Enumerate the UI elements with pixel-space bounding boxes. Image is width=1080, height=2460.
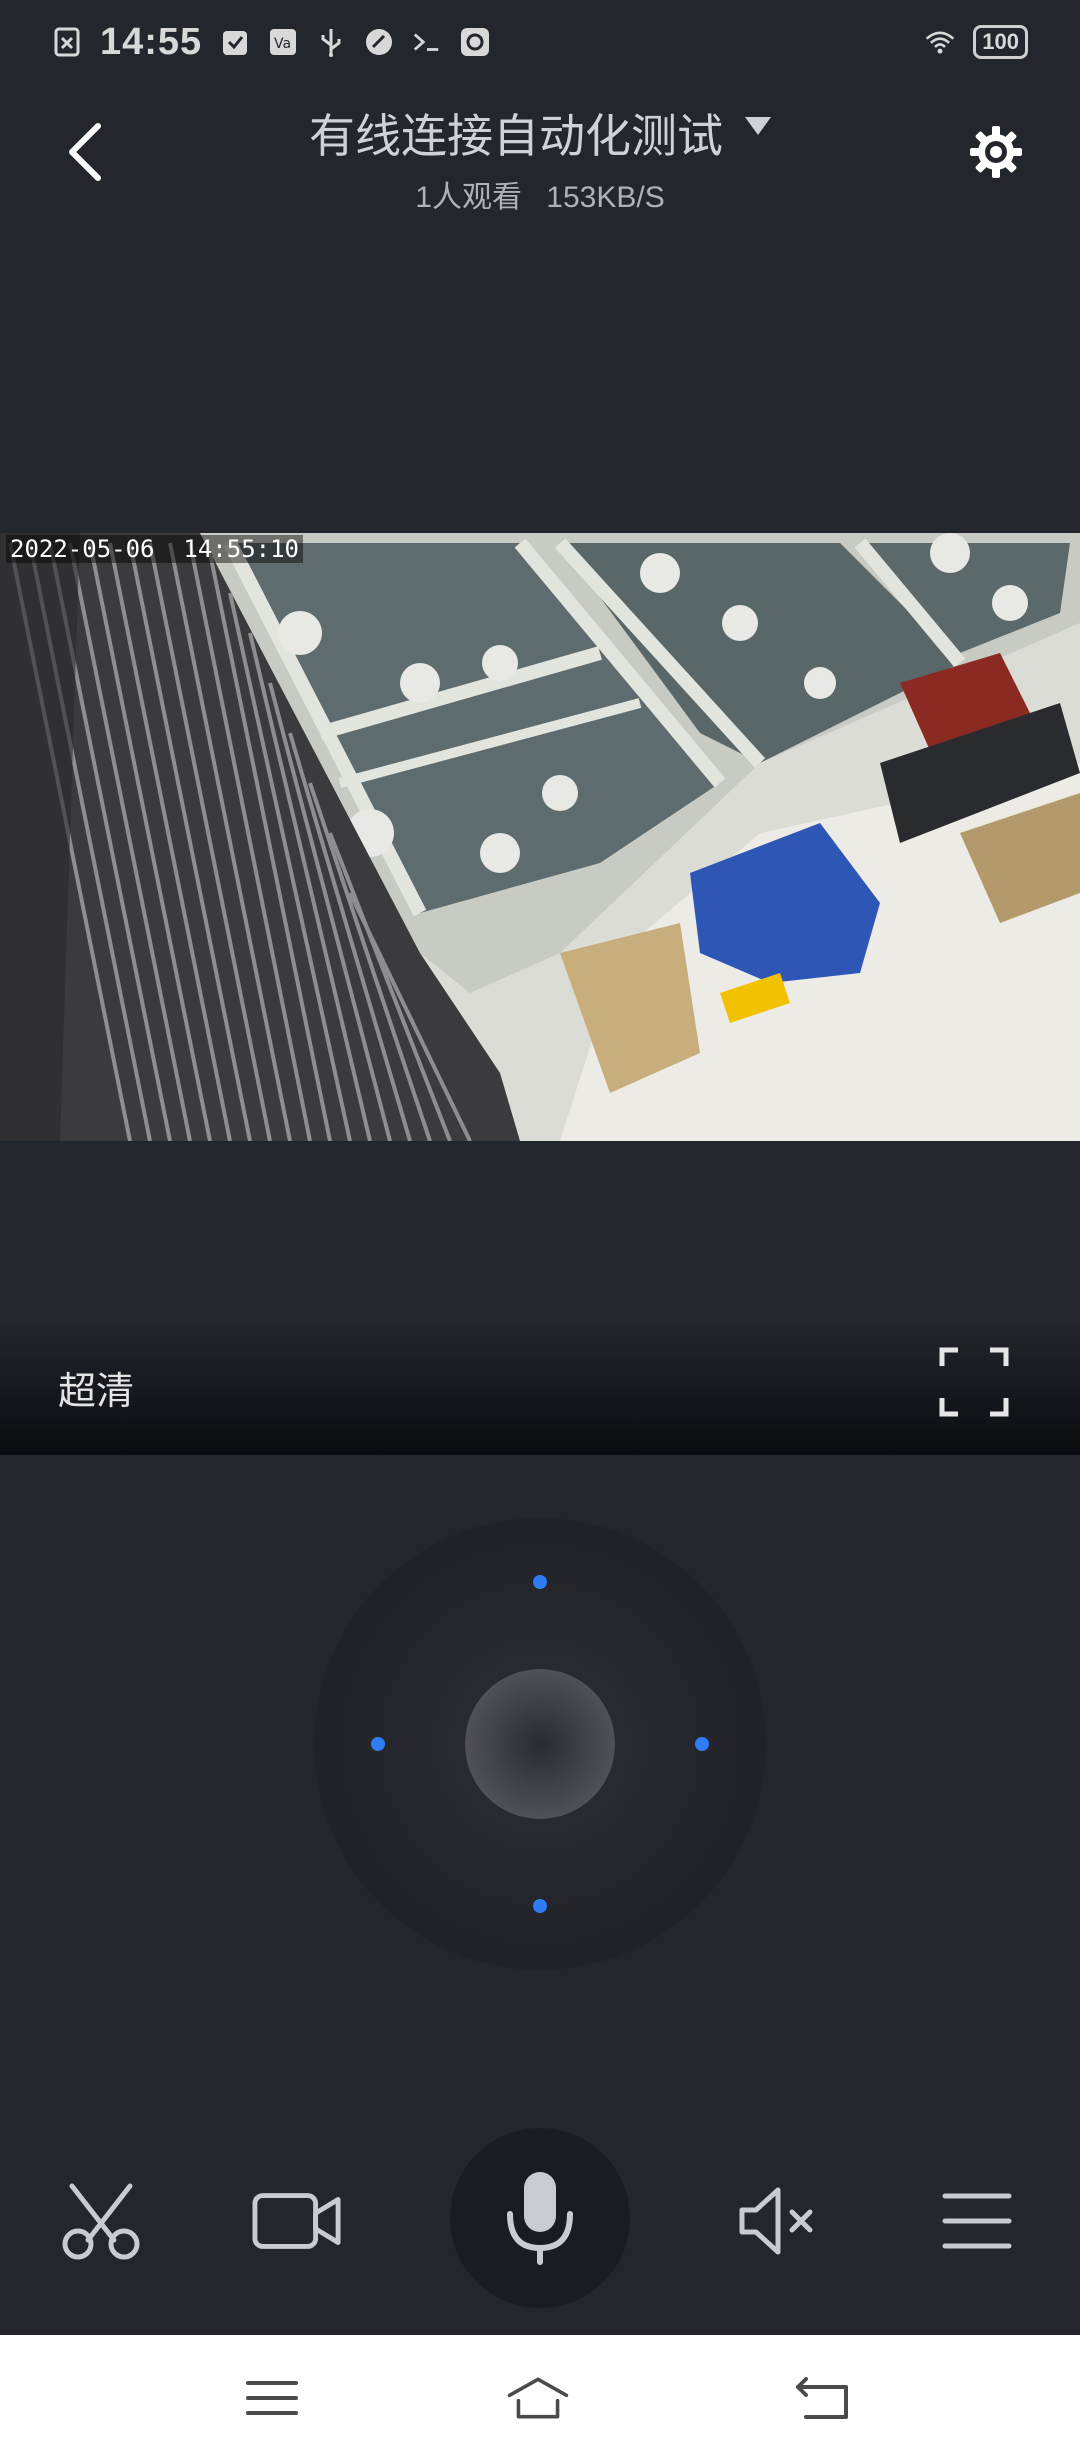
title-block: 有线连接自动化测试 1人观看 153KB/S <box>0 100 1080 216</box>
speaker-mute-icon <box>739 2187 813 2255</box>
ptz-right-dot[interactable] <box>695 1737 709 1751</box>
status-bar: 14:55 Va 100 <box>0 0 1080 84</box>
home-icon <box>507 2377 569 2419</box>
ptz-left-dot[interactable] <box>371 1737 385 1751</box>
ptz-down-dot[interactable] <box>533 1899 547 1913</box>
header: 有线连接自动化测试 1人观看 153KB/S <box>0 100 1080 214</box>
camera-image <box>0 533 1080 1141</box>
fullscreen-button[interactable] <box>938 1346 1010 1418</box>
viewer-count: 1人观看 <box>415 181 522 214</box>
ptz-joystick[interactable] <box>314 1518 766 1970</box>
nav-menu-button[interactable] <box>240 2373 304 2423</box>
talk-button[interactable] <box>480 2158 600 2278</box>
app-icon <box>364 27 394 57</box>
quality-bar: 超清 <box>0 1320 1080 1455</box>
wifi-icon <box>925 27 955 57</box>
record-button[interactable] <box>252 2186 342 2256</box>
status-right: 100 <box>925 25 1028 59</box>
caret-down-icon <box>745 117 771 135</box>
menu-icon <box>942 2193 1012 2249</box>
sim-card-icon <box>52 27 82 57</box>
device-selector[interactable]: 有线连接自动化测试 <box>309 100 771 166</box>
ptz-up-dot[interactable] <box>533 1575 547 1589</box>
nav-home-button[interactable] <box>506 2373 570 2423</box>
status-left: 14:55 Va <box>52 21 490 64</box>
ptz-center-knob[interactable] <box>465 1669 615 1819</box>
terminal-icon <box>412 27 442 57</box>
bitrate: 153KB/S <box>546 181 665 214</box>
menu-icon <box>246 2381 298 2415</box>
stream-info: 1人观看 153KB/S <box>0 172 1080 216</box>
usb-icon <box>316 27 346 57</box>
svg-text:Va: Va <box>274 36 291 52</box>
video-record-icon <box>252 2193 341 2249</box>
fullscreen-icon <box>939 1347 1009 1417</box>
app-icon <box>220 27 250 57</box>
scissors-icon <box>62 2183 140 2260</box>
nav-back-button[interactable] <box>792 2373 856 2423</box>
page-title: 有线连接自动化测试 <box>309 110 723 162</box>
battery-icon: 100 <box>973 25 1028 59</box>
video-feed[interactable]: 2022-05-06 14:55:10 <box>0 533 1080 1141</box>
status-time: 14:55 <box>100 20 203 63</box>
video-timestamp: 2022-05-06 14:55:10 <box>6 535 303 563</box>
gear-icon <box>970 126 1022 178</box>
quality-selector[interactable]: 超清 <box>58 1360 134 1415</box>
back-icon <box>796 2377 848 2419</box>
screenshot-button[interactable] <box>56 2180 146 2262</box>
mute-button[interactable] <box>736 2184 820 2258</box>
microphone-icon <box>507 2172 573 2265</box>
more-menu-button[interactable] <box>940 2188 1014 2254</box>
app-icon <box>460 27 490 57</box>
system-nav-bar <box>0 2335 1080 2460</box>
settings-button[interactable] <box>964 120 1028 184</box>
app-icon: Va <box>268 27 298 57</box>
